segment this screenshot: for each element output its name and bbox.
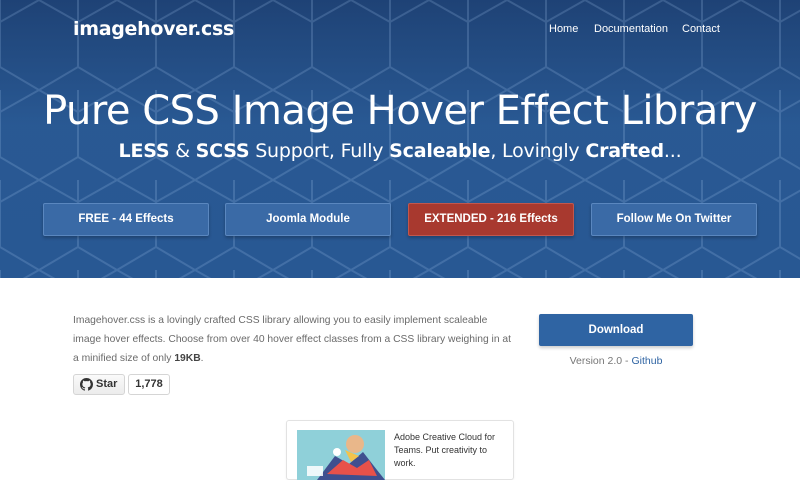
- follow-twitter-button[interactable]: Follow Me On Twitter: [591, 203, 757, 236]
- joomla-module-button[interactable]: Joomla Module: [225, 203, 391, 236]
- github-link[interactable]: Github: [631, 355, 662, 367]
- extended-effects-button[interactable]: EXTENDED - 216 Effects: [408, 203, 574, 236]
- github-star-button[interactable]: Star: [73, 374, 125, 395]
- version-text: Version 2.0 -: [569, 355, 632, 367]
- ad-image[interactable]: [297, 430, 385, 480]
- subline-less: LESS: [118, 140, 170, 162]
- intro-end: .: [200, 353, 204, 364]
- ad-card[interactable]: Adobe Creative Cloud for Teams. Put crea…: [286, 420, 514, 480]
- subline-amp: &: [169, 140, 196, 162]
- nav-contact-link[interactable]: Contact: [682, 23, 720, 35]
- free-effects-button[interactable]: FREE - 44 Effects: [43, 203, 209, 236]
- version-info: Version 2.0 - Github: [539, 355, 693, 367]
- intro-size: 19KB: [174, 353, 201, 364]
- intro-text: Imagehover.css is a lovingly crafted CSS…: [73, 315, 512, 364]
- subline-ellipsis: ...: [663, 140, 682, 162]
- subline-lovingly: , Lovingly: [490, 140, 586, 162]
- subline-support: Support, Fully: [249, 140, 390, 162]
- subline-crafted: Crafted: [585, 140, 664, 162]
- github-star-count[interactable]: 1,778: [128, 374, 170, 395]
- nav-home-link[interactable]: Home: [549, 23, 578, 35]
- hero-subline: LESS & SCSS Support, Fully Scaleable, Lo…: [0, 140, 800, 162]
- nav-documentation-link[interactable]: Documentation: [594, 23, 668, 35]
- subline-scss: SCSS: [195, 140, 250, 162]
- top-nav: Home Documentation Contact: [0, 23, 800, 39]
- subline-scaleable: Scaleable: [389, 140, 491, 162]
- github-star-label: Star: [96, 378, 118, 390]
- github-octocat-icon: [80, 378, 93, 391]
- hero-banner: imagehover.css Home Documentation Contac…: [0, 0, 800, 278]
- ad-text[interactable]: Adobe Creative Cloud for Teams. Put crea…: [394, 431, 509, 470]
- download-button[interactable]: Download: [539, 314, 693, 346]
- ad-illustration: [297, 430, 385, 480]
- intro-paragraph: Imagehover.css is a lovingly crafted CSS…: [73, 311, 513, 368]
- hexagon-pattern: [0, 0, 800, 278]
- hero-headline: Pure CSS Image Hover Effect Library: [43, 88, 757, 134]
